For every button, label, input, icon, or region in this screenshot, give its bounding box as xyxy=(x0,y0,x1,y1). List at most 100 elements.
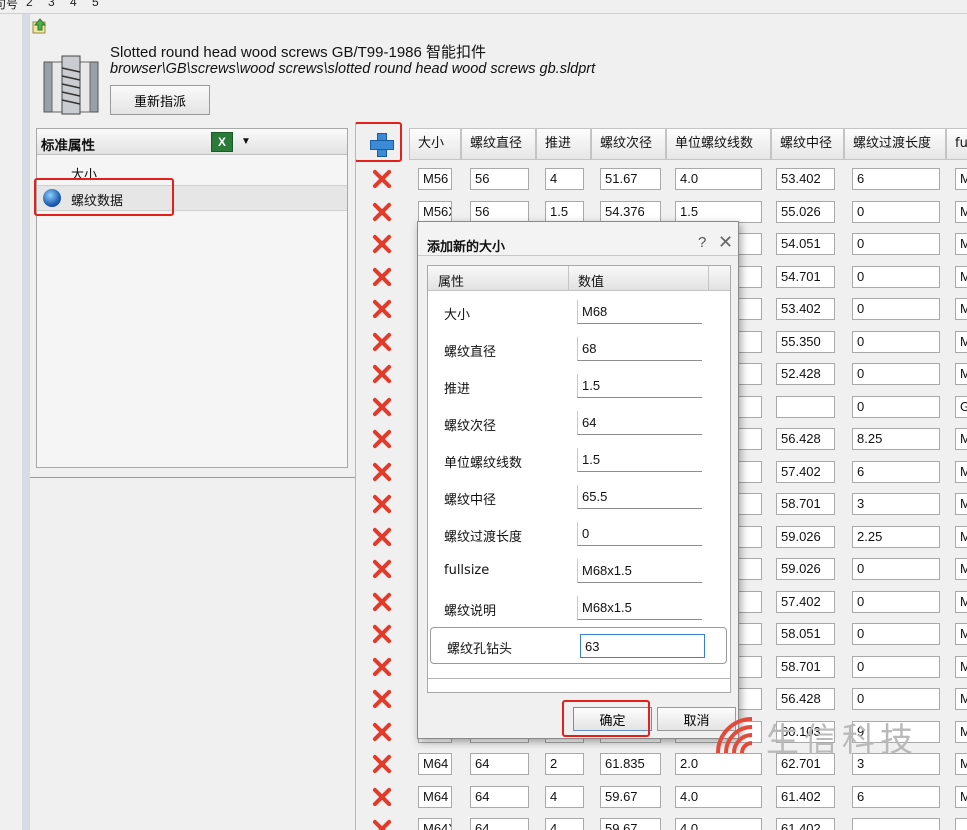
grid-cell[interactable]: M64X xyxy=(418,818,452,830)
grid-cell[interactable]: 55.350 xyxy=(776,330,835,353)
grid-cell[interactable]: M xyxy=(955,298,967,320)
grid-cell[interactable]: 61.402 xyxy=(776,818,835,830)
grid-cell[interactable]: 4.0 xyxy=(675,785,762,808)
grid-cell[interactable]: 64 xyxy=(470,785,529,808)
back-arrow-icon[interactable] xyxy=(32,18,48,34)
delete-row-icon[interactable] xyxy=(372,624,392,644)
delete-row-icon[interactable] xyxy=(372,722,392,742)
grid-cell[interactable]: 0 xyxy=(852,265,940,288)
grid-cell[interactable]: M xyxy=(955,525,967,548)
grid-cell[interactable]: 56 xyxy=(470,168,529,190)
grid-cell[interactable]: 61.402 xyxy=(776,785,835,808)
grid-cell[interactable] xyxy=(955,818,967,830)
delete-row-icon[interactable] xyxy=(372,332,392,352)
grid-cell[interactable]: 52.428 xyxy=(776,363,835,385)
grid-cell[interactable]: M64 xyxy=(418,753,452,775)
delete-row-icon[interactable] xyxy=(372,657,392,677)
excel-icon[interactable]: X xyxy=(211,132,233,152)
grid-cell[interactable]: 0 xyxy=(852,655,940,678)
grid-cell[interactable]: 58.701 xyxy=(776,655,835,678)
top-tab[interactable]: 2 xyxy=(26,0,33,9)
grid-cell[interactable]: 51.67 xyxy=(600,168,661,190)
grid-cell[interactable]: 0 xyxy=(852,330,940,353)
grid-cell[interactable]: 0 xyxy=(852,200,940,223)
grid-cell[interactable]: M xyxy=(955,330,967,353)
delete-row-icon[interactable] xyxy=(372,299,392,319)
grid-cell[interactable]: M xyxy=(955,655,967,678)
top-tab[interactable]: 5 xyxy=(92,0,99,9)
delete-row-icon[interactable] xyxy=(372,787,392,807)
grid-cell[interactable]: 2 xyxy=(545,753,584,775)
delete-row-icon[interactable] xyxy=(372,754,392,774)
top-tab[interactable]: 句号 xyxy=(0,0,18,12)
grid-cell[interactable]: M xyxy=(955,200,967,223)
delete-row-icon[interactable] xyxy=(372,689,392,709)
grid-cell[interactable]: M xyxy=(955,233,967,255)
grid-cell[interactable]: 1.5 xyxy=(675,200,762,223)
grid-cell[interactable]: M xyxy=(955,493,967,515)
property-value-input[interactable]: 1.5 xyxy=(577,448,702,472)
column-header[interactable]: 推进 xyxy=(536,128,591,160)
grid-cell[interactable]: M xyxy=(955,753,967,775)
delete-row-icon[interactable] xyxy=(372,169,392,189)
delete-row-icon[interactable] xyxy=(372,527,392,547)
grid-cell[interactable]: 8.25 xyxy=(852,428,940,450)
column-header[interactable]: ful xyxy=(946,128,967,160)
grid-cell[interactable]: M xyxy=(955,265,967,288)
grid-cell[interactable]: 6 xyxy=(852,460,940,483)
property-value-input[interactable]: 68 xyxy=(577,337,702,361)
column-header[interactable]: 螺纹中径 xyxy=(771,128,844,160)
grid-cell[interactable]: 1.5 xyxy=(545,200,584,223)
grid-cell[interactable]: 55.026 xyxy=(776,200,835,223)
delete-row-icon[interactable] xyxy=(372,559,392,579)
grid-cell[interactable]: 53.402 xyxy=(776,298,835,320)
delete-row-icon[interactable] xyxy=(372,819,392,830)
property-value-input[interactable]: 64 xyxy=(577,411,702,435)
delete-row-icon[interactable] xyxy=(372,397,392,417)
grid-cell[interactable]: 0 xyxy=(852,363,940,385)
grid-cell[interactable]: 58.701 xyxy=(776,493,835,515)
delete-row-icon[interactable] xyxy=(372,462,392,482)
grid-cell[interactable]: 0 xyxy=(852,233,940,255)
delete-row-icon[interactable] xyxy=(372,267,392,287)
grid-cell[interactable]: 57.402 xyxy=(776,590,835,613)
delete-row-icon[interactable] xyxy=(372,592,392,612)
property-value-input[interactable]: M68x1.5 xyxy=(577,559,702,583)
grid-cell[interactable]: 2.25 xyxy=(852,525,940,548)
grid-cell[interactable]: 3 xyxy=(852,493,940,515)
grid-cell[interactable]: 6 xyxy=(852,168,940,190)
grid-cell[interactable]: 61.835 xyxy=(600,753,661,775)
grid-cell[interactable]: 0 xyxy=(852,395,940,418)
delete-row-icon[interactable] xyxy=(372,429,392,449)
grid-cell[interactable]: 0 xyxy=(852,590,940,613)
grid-cell[interactable]: 6 xyxy=(852,785,940,808)
property-value-input[interactable]: M68x1.5 xyxy=(577,596,702,620)
close-icon[interactable]: ✕ xyxy=(718,232,733,253)
grid-cell[interactable]: 59.67 xyxy=(600,818,661,830)
delete-row-icon[interactable] xyxy=(372,202,392,222)
grid-cell[interactable]: 59.026 xyxy=(776,525,835,548)
chevron-down-icon[interactable]: ▼ xyxy=(241,136,251,147)
property-value-input[interactable]: 63 xyxy=(580,634,705,658)
grid-cell[interactable]: 4 xyxy=(545,785,584,808)
delete-row-icon[interactable] xyxy=(372,234,392,254)
grid-cell[interactable]: 4.0 xyxy=(675,818,762,830)
delete-row-icon[interactable] xyxy=(372,364,392,384)
grid-cell[interactable]: 58.051 xyxy=(776,623,835,645)
grid-cell[interactable]: 0 xyxy=(852,558,940,580)
grid-cell[interactable]: 54.376 xyxy=(600,200,661,223)
grid-cell[interactable]: 59.026 xyxy=(776,558,835,580)
grid-cell[interactable]: M xyxy=(955,785,967,808)
grid-cell[interactable]: M xyxy=(955,460,967,483)
grid-cell[interactable]: M xyxy=(955,688,967,710)
property-value-input[interactable]: M68 xyxy=(577,300,702,324)
grid-cell[interactable]: 4.0 xyxy=(675,168,762,190)
grid-cell[interactable]: 54.701 xyxy=(776,265,835,288)
grid-cell[interactable]: M xyxy=(955,558,967,580)
grid-cell[interactable]: M56X xyxy=(418,200,452,223)
grid-cell[interactable]: G xyxy=(955,395,967,418)
property-value-input[interactable]: 65.5 xyxy=(577,485,702,509)
property-value-input[interactable]: 1.5 xyxy=(577,374,702,398)
grid-cell[interactable]: 4 xyxy=(545,168,584,190)
reassign-button[interactable]: 重新指派 xyxy=(110,85,210,115)
